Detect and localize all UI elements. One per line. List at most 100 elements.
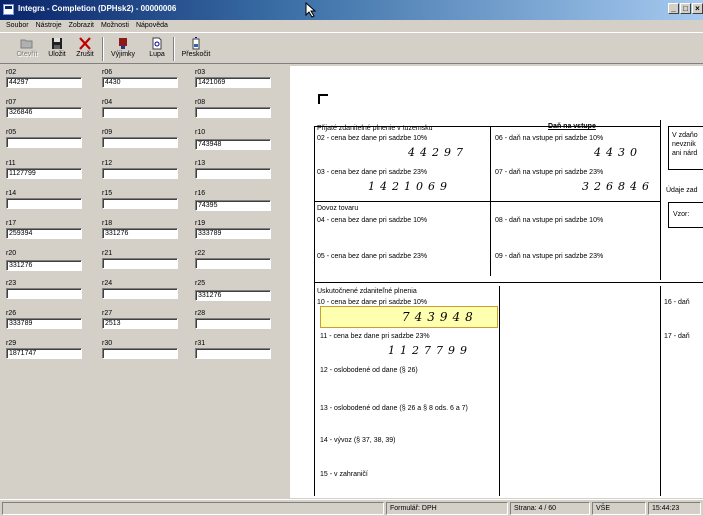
field-input[interactable] xyxy=(102,198,178,209)
close-button[interactable]: × xyxy=(692,3,703,14)
template-box-text: Vzor: xyxy=(673,211,690,218)
field-input[interactable]: 1127799 xyxy=(6,168,82,179)
field-label: r17 xyxy=(6,220,17,227)
open-button[interactable]: Otevřít xyxy=(14,37,40,63)
field-r19: r19 333789 xyxy=(195,219,275,239)
form-rule xyxy=(499,286,500,496)
field-label: r14 xyxy=(6,190,17,197)
r03-label: 03 - cena bez dane pri sadzbe 23% xyxy=(317,169,428,176)
field-label: r30 xyxy=(102,340,113,347)
cancel-label: Zrušit xyxy=(76,51,94,58)
cancel-button[interactable]: Zrušit xyxy=(72,37,98,63)
field-input[interactable]: 333789 xyxy=(6,318,82,329)
menu-moznosti[interactable]: Možnosti xyxy=(101,20,129,32)
field-input[interactable] xyxy=(195,107,271,118)
exceptions-button[interactable]: Výjimky xyxy=(108,37,138,63)
field-label: r11 xyxy=(6,160,16,167)
r15-label: 15 - v zahraničí xyxy=(320,471,368,478)
field-label: r27 xyxy=(102,310,113,317)
save-disk-icon xyxy=(52,38,62,49)
field-label: r18 xyxy=(102,220,113,227)
document-viewer[interactable]: Přijaté zdanitelné plnenie v tuzemsku Da… xyxy=(290,66,703,498)
cancel-x-icon xyxy=(79,37,91,50)
section-title: Uskutočnené zdaniteľné plnenia xyxy=(317,288,417,295)
status-cell-empty xyxy=(2,502,384,515)
field-input[interactable]: 743948 xyxy=(195,139,271,150)
skip-label: Přeskočit xyxy=(181,51,211,58)
field-input[interactable]: 333789 xyxy=(195,228,271,239)
field-input[interactable] xyxy=(102,288,178,299)
exceptions-flag-icon xyxy=(119,38,127,49)
field-input[interactable] xyxy=(102,168,178,179)
menu-nastroje[interactable]: Nástroje xyxy=(36,20,62,32)
registration-mark xyxy=(318,94,328,104)
skip-button[interactable]: Přeskočit xyxy=(179,37,213,63)
field-input[interactable]: 2513 xyxy=(102,318,178,329)
field-input[interactable]: 74395 xyxy=(195,200,271,211)
zoom-button[interactable]: Lupa xyxy=(144,37,170,63)
maximize-button[interactable]: □ xyxy=(680,3,691,14)
form-rule xyxy=(660,120,661,280)
field-label: r25 xyxy=(195,280,206,287)
zoom-page-icon xyxy=(152,37,162,50)
r04-label: 04 - cena bez dane pri sadzbe 10% xyxy=(317,217,428,224)
field-input[interactable]: 1871747 xyxy=(6,348,82,359)
field-input[interactable] xyxy=(102,137,178,148)
field-label: r29 xyxy=(6,340,17,347)
field-input[interactable]: 326846 xyxy=(6,107,82,118)
field-input[interactable] xyxy=(195,318,271,329)
field-input[interactable]: 44297 xyxy=(6,77,82,88)
field-input[interactable] xyxy=(195,348,271,359)
field-label: r26 xyxy=(6,310,17,317)
field-r14: r14 xyxy=(6,189,86,209)
field-input[interactable] xyxy=(195,168,271,179)
section-title: Přijaté zdanitelné plnenie v tuzemsku xyxy=(317,125,433,132)
field-r04: r04 xyxy=(102,98,182,118)
field-input[interactable] xyxy=(6,137,82,148)
skip-page-icon xyxy=(192,37,200,50)
field-r02: r02 44297 xyxy=(6,68,86,88)
field-input[interactable]: 1421069 xyxy=(195,77,271,88)
r07-handwritten: 326846 xyxy=(582,180,654,193)
field-r27: r27 2513 xyxy=(102,309,182,329)
field-r07: r07 326846 xyxy=(6,98,86,118)
menu-bar: Soubor Nástroje Zobrazit Možnosti Nápově… xyxy=(0,20,703,32)
menu-zobrazit[interactable]: Zobrazit xyxy=(69,20,94,32)
field-input[interactable]: 331276 xyxy=(6,260,82,271)
status-bar: Formulář: DPH Strana: 4 / 60 VŠE 15:44:2… xyxy=(0,499,703,516)
field-input[interactable]: 331276 xyxy=(195,290,271,301)
r02-label: 02 - cena bez dane pri sadzbe 10% xyxy=(317,135,428,142)
field-r11: r11 1127799 xyxy=(6,159,86,179)
field-input[interactable] xyxy=(195,258,271,269)
field-input[interactable] xyxy=(6,288,82,299)
r03-handwritten: 1421069 xyxy=(368,180,452,193)
field-input[interactable] xyxy=(6,198,82,209)
field-r22: r22 xyxy=(195,249,275,269)
field-r28: r28 xyxy=(195,309,275,329)
field-input[interactable]: 331276 xyxy=(102,228,178,239)
menu-soubor[interactable]: Soubor xyxy=(6,20,29,32)
field-label: r03 xyxy=(195,69,206,76)
field-input[interactable]: 4430 xyxy=(102,77,178,88)
field-label: r13 xyxy=(195,160,206,167)
field-input[interactable] xyxy=(102,258,178,269)
field-label: r09 xyxy=(102,129,113,136)
field-r09: r09 xyxy=(102,128,182,148)
field-label: r04 xyxy=(102,99,113,106)
field-input[interactable] xyxy=(102,107,178,118)
info-box-text: V zdaňo nevznik ani nárd xyxy=(672,132,698,157)
field-label: r07 xyxy=(6,99,17,106)
save-button[interactable]: Uložit xyxy=(44,37,70,63)
minimize-button[interactable]: _ xyxy=(668,3,679,14)
exceptions-label: Výjimky xyxy=(110,51,136,58)
field-label: r16 xyxy=(195,190,206,197)
status-scope: VŠE xyxy=(592,502,646,515)
field-r18: r18 331276 xyxy=(102,219,182,239)
r06-label: 06 - daň na vstupe pri sadzbe 10% xyxy=(495,135,604,142)
field-input[interactable]: 259394 xyxy=(6,228,82,239)
field-r03: r03 1421069 xyxy=(195,68,275,88)
field-input[interactable] xyxy=(102,348,178,359)
menu-napoveda[interactable]: Nápověda xyxy=(136,20,168,32)
info-box: V zdaňo nevznik ani nárd xyxy=(668,126,703,170)
r16-label: 16 - daň xyxy=(664,299,690,306)
